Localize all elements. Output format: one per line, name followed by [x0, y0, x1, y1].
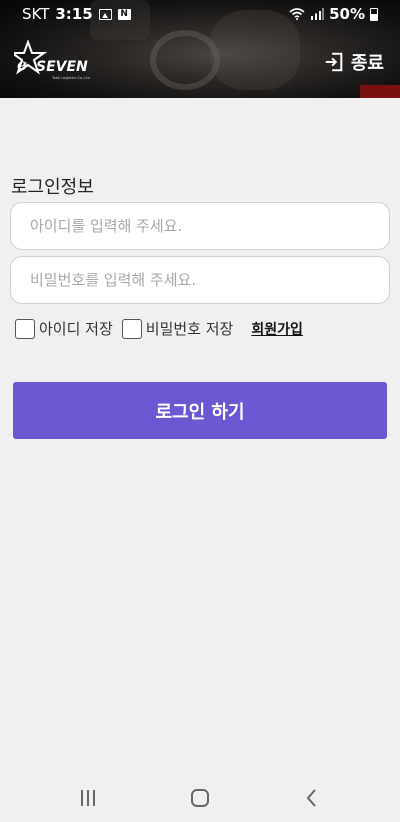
wifi-icon [289, 8, 305, 20]
save-id-checkbox[interactable]: 아이디 저장 [15, 318, 113, 339]
save-password-checkbox[interactable]: 비밀번호 저장 [121, 318, 234, 339]
id-input[interactable] [10, 202, 390, 250]
signup-link[interactable]: 회원가입 [251, 319, 303, 339]
system-nav-bar [0, 770, 400, 822]
home-icon[interactable] [188, 786, 212, 810]
logo-subtext: Total Logistics Co.,Ltd [51, 76, 90, 80]
login-button[interactable]: 로그인 하기 [13, 382, 387, 439]
save-password-label: 비밀번호 저장 [145, 320, 234, 338]
exit-button[interactable]: 종료 [323, 49, 384, 75]
save-id-label: 아이디 저장 [39, 320, 113, 338]
login-info-title: 로그인정보 [11, 177, 94, 198]
header-bg-texture [360, 85, 400, 98]
logo-text: SEVEN [36, 59, 88, 75]
exit-icon [325, 52, 343, 72]
password-input[interactable] [10, 256, 390, 304]
back-icon[interactable] [300, 786, 324, 810]
carrier-label: SKT [22, 5, 50, 23]
battery-percent: 50% [329, 5, 365, 23]
clock: 3:15 [55, 5, 93, 23]
image-icon [98, 8, 112, 20]
app-header: SKT 3:15 N 50% e SEVEN Total Logistics C… [0, 0, 400, 98]
signal-icon [311, 8, 325, 20]
checkbox-box[interactable] [121, 318, 142, 339]
battery-icon [370, 7, 378, 21]
exit-label: 종료 [350, 53, 384, 74]
seven-logo: e SEVEN Total Logistics Co.,Ltd [14, 40, 90, 80]
status-bar: SKT 3:15 N 50% [0, 0, 400, 28]
svg-text:e: e [17, 55, 27, 74]
login-options: 아이디 저장 비밀번호 저장 회원가입 [15, 318, 303, 339]
checkbox-box[interactable] [15, 318, 35, 339]
n-app-icon: N [117, 8, 131, 20]
recent-apps-icon[interactable] [76, 786, 100, 810]
